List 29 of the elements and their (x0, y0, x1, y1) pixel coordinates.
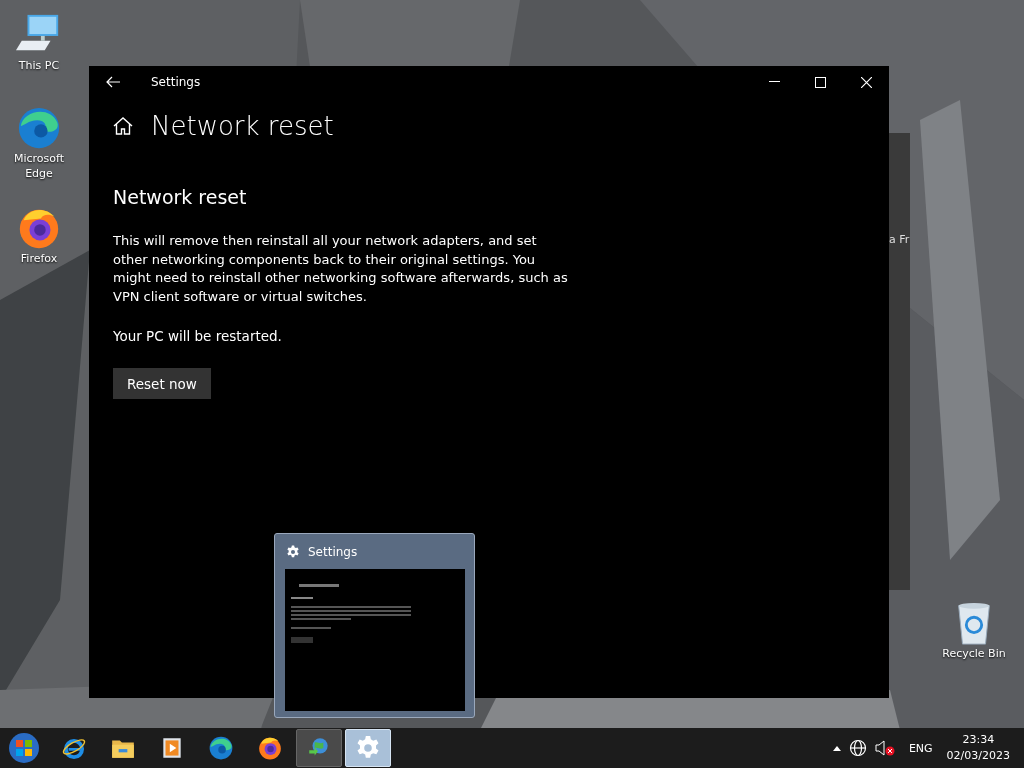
gear-icon (355, 735, 381, 761)
globe-icon[interactable] (848, 739, 867, 757)
page-title: Network reset (151, 111, 334, 141)
window-thumbnail[interactable]: Settings (274, 533, 475, 718)
edge-icon (208, 735, 234, 761)
desktop-icon-label[interactable]: Recycle Bin (942, 646, 1006, 661)
restart-note: Your PC will be restarted. (113, 328, 283, 344)
clock-time[interactable]: 23:34 (962, 732, 995, 748)
clock-date[interactable]: 02/03/2023 (946, 748, 1010, 764)
speaker-muted-icon[interactable] (874, 740, 895, 756)
language-indicator[interactable]: ENG (908, 741, 933, 755)
desktop-icon-label[interactable]: Microsoft Edge (7, 151, 71, 181)
edge-icon (16, 105, 62, 151)
minimize-icon[interactable] (768, 81, 780, 83)
home-icon[interactable] (113, 117, 133, 135)
maximize-icon[interactable] (814, 76, 826, 88)
window-text: a Fr (889, 233, 910, 246)
reset-now-button[interactable]: Reset now (113, 368, 211, 399)
firefox-icon (257, 735, 283, 761)
chevron-up-icon[interactable] (832, 745, 841, 751)
desktop-icon-label[interactable]: Firefox (7, 251, 71, 266)
back-arrow-icon[interactable] (106, 76, 120, 88)
close-icon[interactable] (860, 76, 872, 88)
gear-icon (286, 545, 300, 559)
window-title: Settings (151, 75, 202, 89)
desktop-icon-label[interactable]: This PC (7, 58, 71, 73)
thumbnail-title: Settings (308, 545, 358, 559)
section-title: Network reset (113, 186, 248, 208)
description-text: This will remove then reinstall all your network adapters, and set other networking components back to their original settings. You might need to reinstall other networking software afterwards, such as VPN client software or virtual switches. (113, 232, 568, 306)
